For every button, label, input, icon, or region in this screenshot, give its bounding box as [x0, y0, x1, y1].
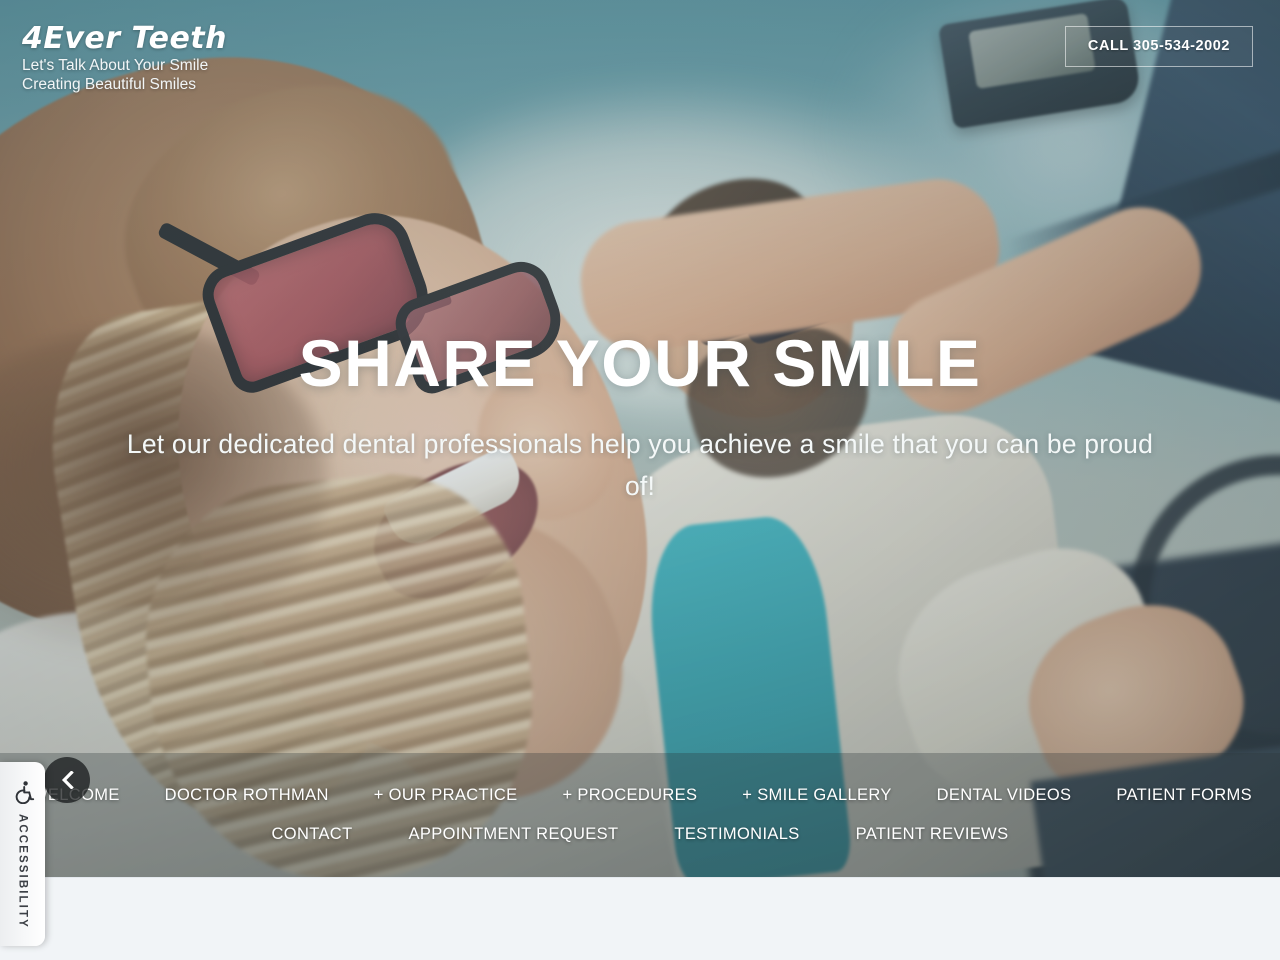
hero-banner: 4Ever Teeth Let's Talk About Your Smile …: [0, 0, 1280, 877]
nav-item-appointment-request[interactable]: APPOINTMENT REQUEST: [407, 821, 621, 848]
accessibility-label: ACCESSIBILITY: [16, 814, 29, 929]
hero-title: SHARE YOUR SMILE: [298, 326, 982, 400]
brand-tagline-line1: Let's Talk About Your Smile: [22, 57, 209, 74]
nav-item-patient-forms[interactable]: PATIENT FORMS: [1114, 782, 1254, 809]
nav-item-doctor-rothman[interactable]: DOCTOR ROTHMAN: [163, 782, 331, 809]
nav-item-contact[interactable]: CONTACT: [270, 821, 355, 848]
nav-item-smile-gallery[interactable]: + SMILE GALLERY: [740, 782, 893, 809]
nav-item-patient-reviews[interactable]: PATIENT REVIEWS: [854, 821, 1011, 848]
hero-subtitle: Let our dedicated dental professionals h…: [126, 429, 1154, 501]
accessibility-widget-button[interactable]: ACCESSIBILITY: [0, 762, 45, 946]
nav-row-primary: WELCOME DOCTOR ROTHMAN + OUR PRACTICE + …: [0, 782, 1280, 809]
wheelchair-icon: [15, 781, 34, 804]
nav-item-dental-videos[interactable]: DENTAL VIDEOS: [935, 782, 1074, 809]
nav-item-procedures[interactable]: + PROCEDURES: [560, 782, 699, 809]
main-navigation: WELCOME DOCTOR ROTHMAN + OUR PRACTICE + …: [0, 753, 1280, 877]
site-logo[interactable]: 4Ever Teeth Let's Talk About Your Smile …: [22, 22, 227, 94]
nav-item-testimonials[interactable]: TESTIMONIALS: [672, 821, 801, 848]
page-content-area: [0, 877, 1280, 960]
brand-name: 4Ever Teeth: [22, 21, 227, 56]
call-phone-button[interactable]: CALL 305-534-2002: [1064, 26, 1253, 67]
nav-item-our-practice[interactable]: + OUR PRACTICE: [372, 782, 520, 809]
chevron-left-icon: [61, 771, 74, 789]
page-root: 4Ever Teeth Let's Talk About Your Smile …: [0, 0, 1280, 960]
brand-tagline-line2: Creating Beautiful Smiles: [22, 76, 197, 93]
hero-copy: SHARE YOUR SMILE Let our dedicated denta…: [0, 325, 1280, 507]
nav-row-secondary: CONTACT APPOINTMENT REQUEST TESTIMONIALS…: [0, 821, 1280, 848]
slider-prev-arrow-button[interactable]: [44, 757, 90, 803]
